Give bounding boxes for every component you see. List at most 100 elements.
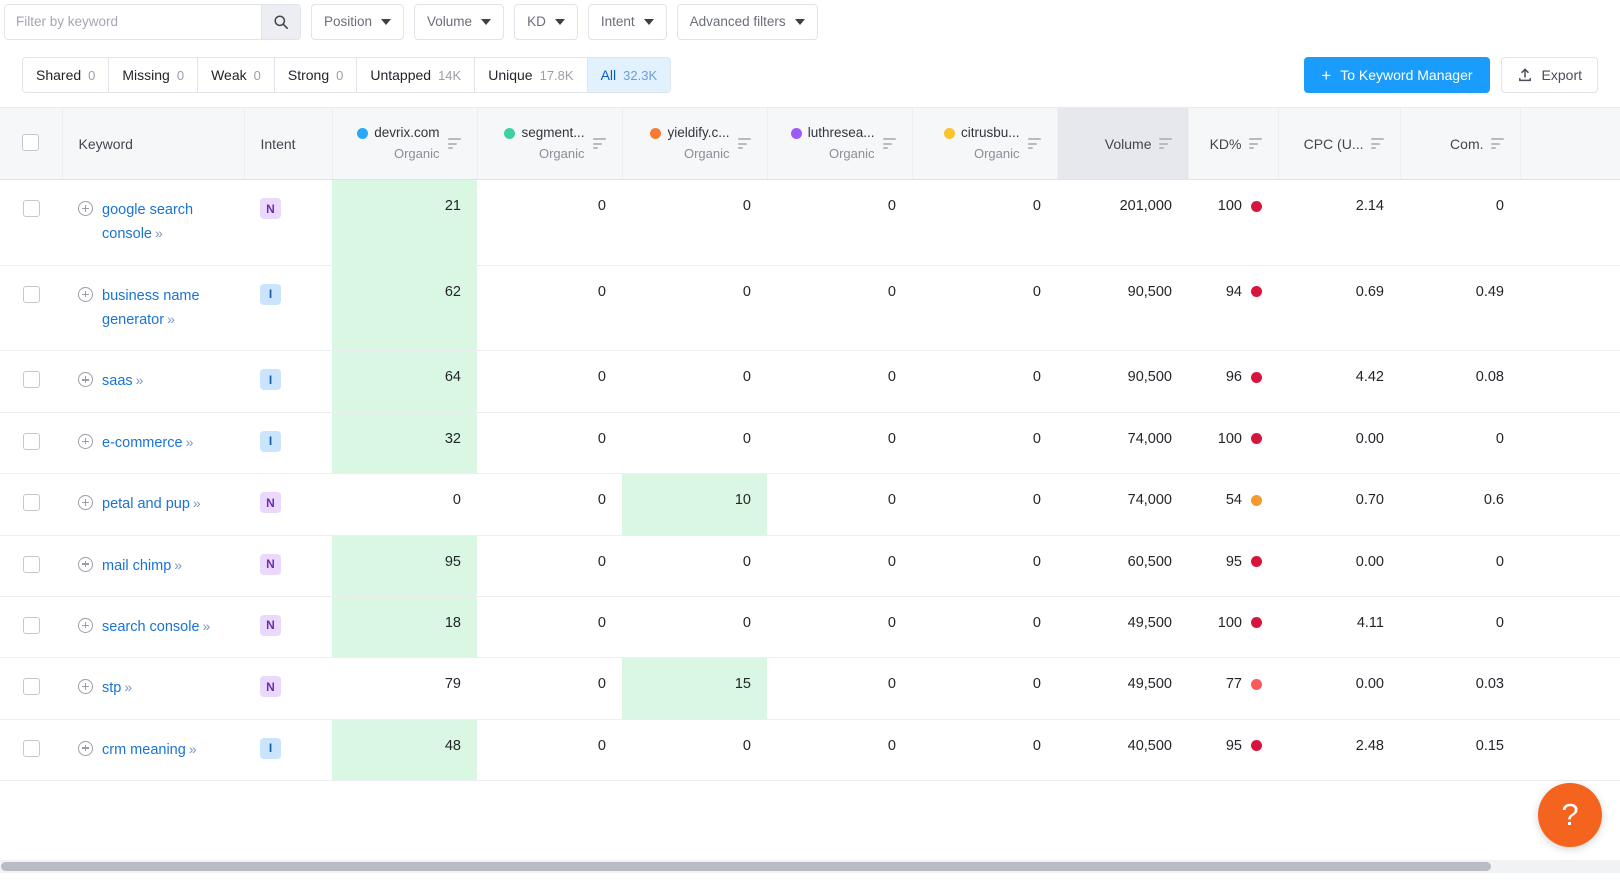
header-kd[interactable]: KD% xyxy=(1188,108,1278,180)
position-cell-domain-2: 0 xyxy=(622,596,767,657)
header-domain-4[interactable]: citrusbu...Organic xyxy=(912,108,1057,180)
table-row[interactable]: petal and pup»N00100074,000540.700.6 xyxy=(0,474,1620,535)
add-keyword-icon[interactable] xyxy=(78,557,93,572)
add-keyword-icon[interactable] xyxy=(78,679,93,694)
tab-missing[interactable]: Missing0 xyxy=(109,58,198,92)
keyword-link[interactable]: stp» xyxy=(102,676,132,700)
table-row[interactable]: stp»N790150049,500770.000.03 xyxy=(0,658,1620,719)
sort-icon[interactable] xyxy=(1159,138,1172,149)
expand-chevrons-icon[interactable]: » xyxy=(203,618,211,634)
row-checkbox[interactable] xyxy=(23,286,40,303)
row-checkbox[interactable] xyxy=(23,433,40,450)
filter-intent-button[interactable]: Intent xyxy=(588,4,667,40)
filter-volume-button[interactable]: Volume xyxy=(414,4,504,40)
tab-untapped[interactable]: Untapped14K xyxy=(357,58,475,92)
intent-badge[interactable]: I xyxy=(260,738,281,759)
add-keyword-icon[interactable] xyxy=(78,434,93,449)
table-row[interactable]: mail chimp»N95000060,500950.0002 xyxy=(0,535,1620,596)
keyword-link[interactable]: business name generator» xyxy=(102,284,222,333)
volume-cell: 49,500 xyxy=(1057,596,1188,657)
sort-icon[interactable] xyxy=(1371,138,1384,149)
intent-badge[interactable]: N xyxy=(260,198,281,219)
add-keyword-icon[interactable] xyxy=(78,618,93,633)
help-button[interactable]: ? xyxy=(1538,783,1602,847)
intent-badge[interactable]: N xyxy=(260,492,281,513)
table-row[interactable]: saas»I64000090,500964.420.08 xyxy=(0,351,1620,412)
row-checkbox[interactable] xyxy=(23,556,40,573)
intent-badge[interactable]: N xyxy=(260,554,281,575)
add-keyword-icon[interactable] xyxy=(78,495,93,510)
tab-unique[interactable]: Unique17.8K xyxy=(475,58,587,92)
cpc-cell: 2.14 xyxy=(1278,180,1400,266)
keyword-link[interactable]: google search console» xyxy=(102,198,222,247)
expand-chevrons-icon[interactable]: » xyxy=(193,495,201,511)
row-checkbox[interactable] xyxy=(23,617,40,634)
keyword-link[interactable]: petal and pup» xyxy=(102,492,201,516)
sort-icon[interactable] xyxy=(883,138,896,149)
add-keyword-icon[interactable] xyxy=(78,201,93,216)
keyword-link[interactable]: search console» xyxy=(102,615,210,639)
row-checkbox[interactable] xyxy=(23,678,40,695)
table-row[interactable]: business name generator»I62000090,500940… xyxy=(0,265,1620,351)
search-button[interactable] xyxy=(261,5,300,39)
header-intent[interactable]: Intent xyxy=(244,108,332,180)
keyword-link[interactable]: mail chimp» xyxy=(102,554,182,578)
add-keyword-icon[interactable] xyxy=(78,372,93,387)
filter-position-button[interactable]: Position xyxy=(311,4,404,40)
tab-weak[interactable]: Weak0 xyxy=(198,58,275,92)
expand-chevrons-icon[interactable]: » xyxy=(167,311,175,327)
row-checkbox[interactable] xyxy=(23,494,40,511)
export-button[interactable]: Export xyxy=(1501,57,1598,93)
intent-badge[interactable]: I xyxy=(260,369,281,390)
intent-badge[interactable]: I xyxy=(260,431,281,452)
intent-badge[interactable]: N xyxy=(260,676,281,697)
expand-chevrons-icon[interactable]: » xyxy=(155,225,163,241)
header-domain-3[interactable]: luthresea...Organic xyxy=(767,108,912,180)
tab-all[interactable]: All32.3K xyxy=(588,58,671,92)
header-volume[interactable]: Volume xyxy=(1057,108,1188,180)
tab-shared[interactable]: Shared0 xyxy=(23,58,109,92)
filter-kd-button[interactable]: KD xyxy=(514,4,578,40)
expand-chevrons-icon[interactable]: » xyxy=(186,434,194,450)
sort-icon[interactable] xyxy=(1491,138,1504,149)
advanced-filters-button[interactable]: Advanced filters xyxy=(677,4,818,40)
header-domain-2[interactable]: yieldify.c...Organic xyxy=(622,108,767,180)
keyword-link[interactable]: saas» xyxy=(102,369,143,393)
header-results[interactable]: Resu xyxy=(1520,108,1620,180)
table-row[interactable]: e-commerce»I32000074,0001000.000 xyxy=(0,412,1620,473)
sort-icon[interactable] xyxy=(448,138,461,149)
header-domain-1[interactable]: segment...Organic xyxy=(477,108,622,180)
tab-strong[interactable]: Strong0 xyxy=(275,58,357,92)
header-cpc[interactable]: CPC (U... xyxy=(1278,108,1400,180)
expand-chevrons-icon[interactable]: » xyxy=(124,679,132,695)
cpc-cell: 0.70 xyxy=(1278,474,1400,535)
intent-badge[interactable]: N xyxy=(260,615,281,636)
select-all-checkbox[interactable] xyxy=(22,134,39,151)
intent-badge[interactable]: I xyxy=(260,284,281,305)
scrollbar-thumb[interactable] xyxy=(1,862,1491,871)
table-row[interactable]: crm meaning»I48000040,500952.480.15 xyxy=(0,719,1620,780)
row-checkbox[interactable] xyxy=(23,200,40,217)
sort-icon[interactable] xyxy=(738,138,751,149)
row-checkbox[interactable] xyxy=(23,740,40,757)
table-scroll-area[interactable]: Keyword Intent devrix.comOrganicsegment.… xyxy=(0,107,1620,865)
table-row[interactable]: google search console»N210000201,0001002… xyxy=(0,180,1620,266)
header-keyword[interactable]: Keyword xyxy=(62,108,244,180)
expand-chevrons-icon[interactable]: » xyxy=(189,741,197,757)
add-keyword-icon[interactable] xyxy=(78,287,93,302)
header-com[interactable]: Com. xyxy=(1400,108,1520,180)
table-row[interactable]: search console»N18000049,5001004.1107 xyxy=(0,596,1620,657)
horizontal-scrollbar[interactable] xyxy=(0,860,1620,873)
search-input[interactable] xyxy=(5,5,261,39)
to-keyword-manager-button[interactable]: + To Keyword Manager xyxy=(1304,57,1489,93)
header-domain-0[interactable]: devrix.comOrganic xyxy=(332,108,477,180)
sort-icon[interactable] xyxy=(593,138,606,149)
expand-chevrons-icon[interactable]: » xyxy=(174,557,182,573)
sort-icon[interactable] xyxy=(1028,138,1041,149)
add-keyword-icon[interactable] xyxy=(78,741,93,756)
keyword-link[interactable]: e-commerce» xyxy=(102,431,193,455)
keyword-link[interactable]: crm meaning» xyxy=(102,738,197,762)
sort-icon[interactable] xyxy=(1249,138,1262,149)
expand-chevrons-icon[interactable]: » xyxy=(136,372,144,388)
row-checkbox[interactable] xyxy=(23,371,40,388)
